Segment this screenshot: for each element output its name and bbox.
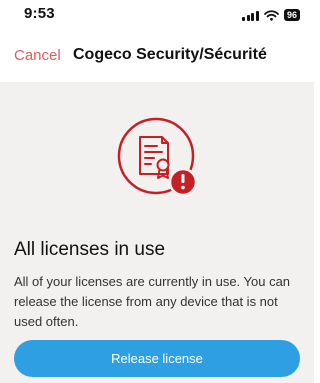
status-time: 9:53 bbox=[24, 5, 55, 22]
battery-icon: 96 bbox=[283, 9, 300, 21]
page-title: Cogeco Security/Sécurité bbox=[73, 46, 267, 63]
release-license-button[interactable]: Release license bbox=[14, 340, 300, 377]
wifi-icon bbox=[264, 9, 279, 21]
certificate-alert-icon bbox=[117, 117, 198, 197]
status-bar: 9:53 96 bbox=[0, 0, 314, 30]
content-area: All licenses in use All of your licenses… bbox=[0, 82, 314, 383]
nav-bar: Cancel Cogeco Security/Sécurité bbox=[0, 30, 314, 82]
cancel-button[interactable]: Cancel bbox=[14, 47, 61, 64]
signal-icon bbox=[242, 10, 259, 21]
status-icons: 96 bbox=[242, 9, 300, 21]
message-heading: All licenses in use bbox=[14, 239, 166, 260]
message-body: All of your licenses are currently in us… bbox=[14, 274, 291, 329]
